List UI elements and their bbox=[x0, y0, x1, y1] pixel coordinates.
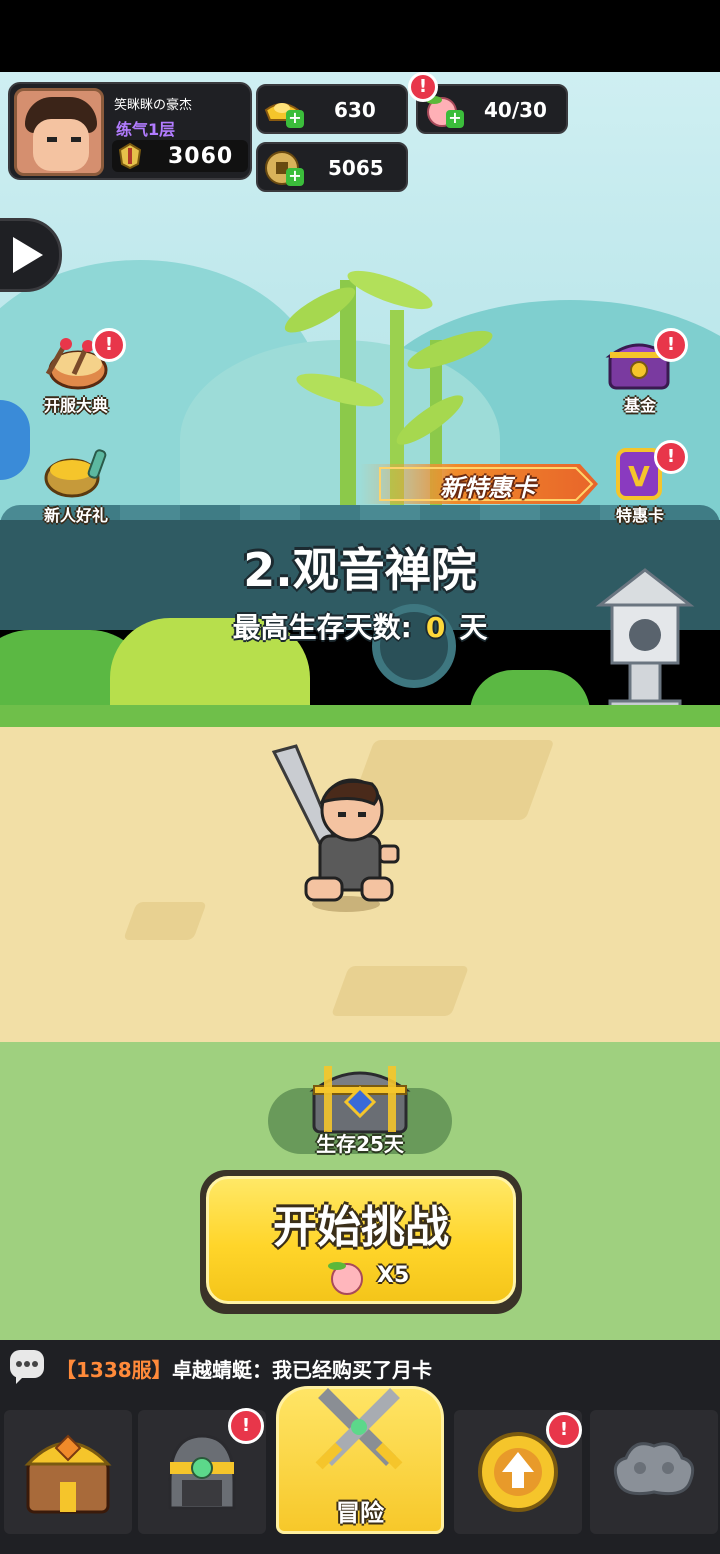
stage-title: 2.观音禅院 bbox=[243, 543, 477, 597]
locked-cloud-icon bbox=[613, 1442, 695, 1496]
nav-shop[interactable] bbox=[4, 1410, 132, 1534]
new-deal-label: 新特惠卡 bbox=[440, 474, 536, 502]
stamina-alert-badge: ! bbox=[408, 72, 438, 102]
coin-value: 5065 bbox=[328, 156, 384, 180]
hero-character bbox=[271, 744, 400, 912]
start-challenge-label: 开始挑战 bbox=[273, 1202, 449, 1253]
crossed-swords-icon bbox=[315, 1388, 403, 1470]
best-survival-days: 最高生存天数: 0 天 bbox=[0, 606, 720, 646]
grass-strip bbox=[0, 705, 720, 727]
survival-prefix: 最高生存天数: bbox=[232, 611, 412, 644]
start-cost-value: X5 bbox=[377, 1263, 410, 1288]
new-deal-card-banner[interactable]: 新特惠卡 bbox=[360, 458, 600, 510]
player-avatar[interactable] bbox=[14, 88, 104, 176]
nav-adventure[interactable]: 冒险 bbox=[276, 1386, 444, 1534]
ground-tile bbox=[123, 902, 207, 940]
play-arrow-icon bbox=[13, 237, 43, 273]
opening-alert-badge: ! bbox=[92, 328, 126, 362]
shop-chest-icon bbox=[24, 1434, 112, 1514]
chat-message: 卓越蜻蜓：我已经购买了月卡 bbox=[172, 1358, 432, 1382]
stamina-value: 40/30 bbox=[484, 98, 547, 122]
chest-requirement-label: 生存25天 bbox=[316, 1132, 404, 1156]
combat-power: 3060 bbox=[112, 140, 248, 172]
upgrade-alert-badge: ! bbox=[546, 1412, 582, 1448]
equipment-alert-badge: ! bbox=[228, 1408, 264, 1444]
peach-icon bbox=[328, 1262, 363, 1295]
gift-pot-icon bbox=[44, 449, 107, 498]
special-card-alert-badge: ! bbox=[654, 440, 688, 474]
add-coin-icon[interactable]: + bbox=[286, 168, 304, 186]
game-screen: 笑眯眯の豪杰 练气1层 3060 + 630 + 40/30 ! + 5065 … bbox=[0, 0, 720, 1554]
player-profile-panel[interactable]: 笑眯眯の豪杰 练气1层 3060 bbox=[8, 82, 252, 180]
event-label: 新人好礼 bbox=[43, 506, 108, 525]
add-gold-icon[interactable]: + bbox=[286, 110, 304, 128]
chat-server-tag: 【1338服】 bbox=[56, 1358, 172, 1382]
event-label: 开服大典 bbox=[43, 396, 108, 415]
event-label: 特惠卡 bbox=[615, 506, 664, 525]
player-name: 笑眯眯の豪杰 bbox=[114, 98, 193, 113]
svg-text:V: V bbox=[628, 460, 650, 493]
survival-days-value: 0 bbox=[425, 611, 446, 644]
add-stamina-icon[interactable]: + bbox=[446, 110, 464, 128]
gold-ingot-resource[interactable]: + 630 bbox=[256, 84, 408, 134]
coin-resource[interactable]: + 5065 bbox=[256, 142, 408, 192]
reward-chest-icon[interactable] bbox=[308, 1060, 412, 1136]
chat-bubble-icon[interactable] bbox=[10, 1350, 44, 1384]
ground-tile bbox=[330, 966, 470, 1016]
nav-locked[interactable] bbox=[590, 1410, 718, 1534]
combat-power-icon bbox=[118, 142, 142, 170]
stamina-resource[interactable]: + 40/30 bbox=[416, 84, 568, 134]
survival-unit: 天 bbox=[459, 611, 488, 644]
bottom-navigation: ! 冒险 ! bbox=[0, 1386, 720, 1554]
combat-power-value: 3060 bbox=[168, 144, 234, 169]
event-label: 基金 bbox=[623, 396, 656, 415]
start-challenge-button[interactable]: 开始挑战 X5 bbox=[200, 1170, 522, 1314]
fund-alert-badge: ! bbox=[654, 328, 688, 362]
nav-adventure-label: 冒险 bbox=[336, 1499, 384, 1527]
player-level: 练气1层 bbox=[116, 120, 176, 139]
start-cost: X5 bbox=[325, 1257, 425, 1297]
event-newbie-gift[interactable]: 新人好礼 bbox=[28, 440, 124, 526]
gold-ingot-value: 630 bbox=[334, 98, 376, 122]
